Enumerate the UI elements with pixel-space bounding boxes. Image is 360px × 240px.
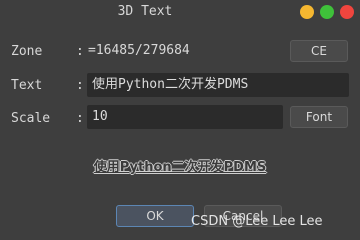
title-bar[interactable]: 3D Text [0, 0, 360, 26]
zone-colon: : [76, 44, 84, 59]
zone-label: Zone [11, 44, 43, 59]
window-title: 3D Text [117, 4, 173, 19]
text-label: Text [11, 78, 43, 93]
maximize-icon[interactable] [320, 5, 334, 19]
text-preview: 使用Python二次开发PDMS [93, 160, 267, 175]
text-input[interactable]: 使用Python二次开发PDMS [87, 73, 349, 97]
zone-value: =16485/279684 [88, 43, 190, 58]
watermark: CSDN @Lee Lee Lee [191, 214, 323, 229]
ok-button[interactable]: OK [116, 205, 194, 227]
minimize-icon[interactable] [300, 5, 314, 19]
font-button[interactable]: Font [290, 106, 348, 128]
scale-label: Scale [11, 111, 51, 126]
dialog-window: 3D Text Zone : =16485/279684 CE Text : 使… [0, 0, 360, 240]
text-colon: : [76, 78, 84, 93]
close-icon[interactable] [340, 5, 354, 19]
ce-button[interactable]: CE [290, 40, 348, 62]
scale-input[interactable]: 10 [87, 105, 283, 129]
scale-colon: : [76, 111, 84, 126]
